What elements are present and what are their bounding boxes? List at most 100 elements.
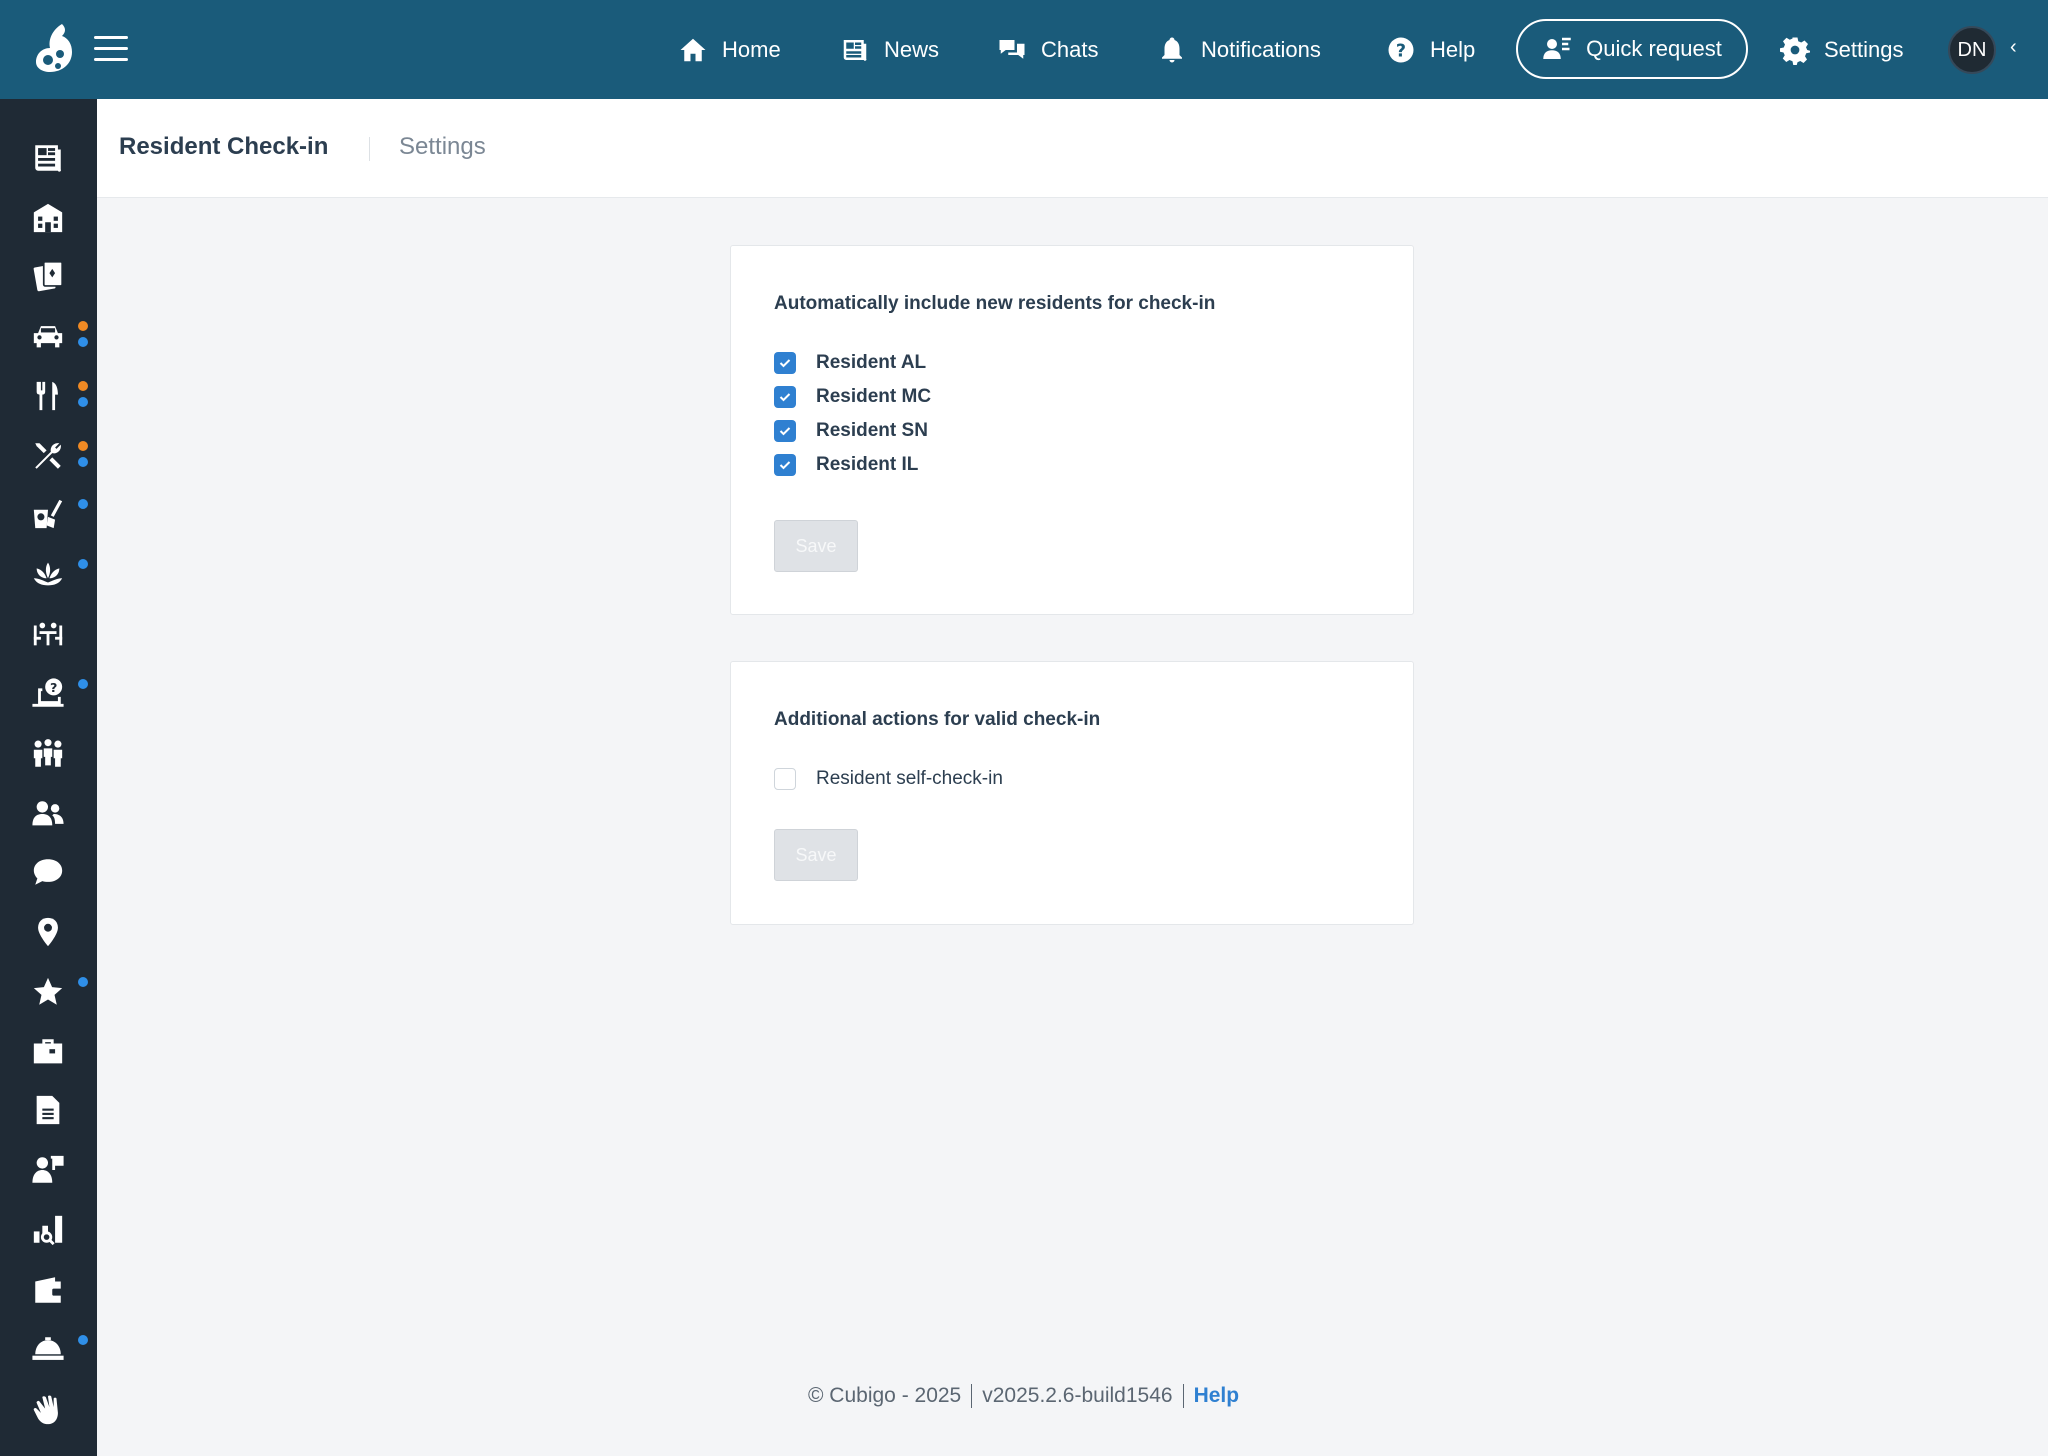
- bell-icon: [1162, 37, 1182, 62]
- save-button[interactable]: Save: [774, 829, 858, 881]
- users-icon: [32, 801, 64, 826]
- checkbox-unchecked[interactable]: [774, 768, 796, 790]
- user-flag-icon: [32, 1155, 64, 1183]
- dining-table-icon: [33, 622, 63, 646]
- notification-dot-blue: [78, 337, 88, 347]
- notification-dot-orange: [78, 321, 88, 331]
- sidebar-item-messages[interactable]: [0, 845, 97, 897]
- sidebar-item-dining[interactable]: [0, 369, 97, 421]
- home-icon: [680, 38, 706, 61]
- sidebar-item-payments[interactable]: [0, 1263, 97, 1315]
- document-icon: [36, 1095, 60, 1125]
- sidebar-item-locations[interactable]: [0, 905, 97, 957]
- checkbox-label: Resident self-check-in: [816, 768, 1003, 789]
- checkbox-label: Resident SN: [816, 420, 928, 441]
- sidebar-item-maintenance[interactable]: [0, 429, 97, 481]
- sidebar-item-reports[interactable]: [0, 1203, 97, 1255]
- hamburger-menu-icon[interactable]: [94, 36, 128, 62]
- star-icon: [33, 977, 63, 1005]
- notification-dot-orange: [78, 381, 88, 391]
- sidebar-item-wellness[interactable]: [0, 547, 97, 599]
- check-icon: [779, 393, 791, 402]
- nav-chats[interactable]: Chats: [997, 0, 1098, 99]
- sidebar-item-housekeeping[interactable]: [0, 487, 97, 539]
- chats-icon: [999, 39, 1025, 59]
- nav-help-label: Help: [1430, 36, 1476, 62]
- nav-news-label: News: [884, 36, 940, 62]
- check-icon: [779, 427, 791, 436]
- notification-dot-blue: [78, 559, 88, 569]
- group-icon: [33, 739, 63, 767]
- lotus-icon: [33, 562, 63, 586]
- footer-divider: [1182, 1384, 1184, 1408]
- sidebar-item-games[interactable]: [0, 249, 97, 301]
- sidebar-item-jobs[interactable]: [0, 1025, 97, 1077]
- sidebar-item-documents[interactable]: [0, 1083, 97, 1135]
- laptop-help-icon: ?: [32, 678, 64, 707]
- chevron-left-icon[interactable]: ‹: [2010, 36, 2028, 60]
- checkbox-row-resident-sn[interactable]: Resident SN: [774, 419, 928, 443]
- question-circle-icon: ?: [1388, 37, 1414, 62]
- checkbox-row-self-check-in[interactable]: Resident self-check-in: [774, 767, 1003, 791]
- top-navigation-bar: Home News Chats Notifications ? Help Qui…: [0, 0, 2048, 99]
- checkbox-label: Resident AL: [816, 352, 927, 373]
- footer-help-link[interactable]: Help: [1194, 1384, 1240, 1408]
- nav-chats-label: Chats: [1041, 36, 1099, 62]
- nav-news[interactable]: News: [840, 0, 939, 99]
- sidebar-item-news[interactable]: [0, 131, 97, 183]
- checkbox-label: Resident IL: [816, 454, 919, 475]
- user-request-icon: [1543, 37, 1571, 59]
- map-marker-icon: [38, 917, 58, 947]
- notification-dot-orange: [78, 441, 88, 451]
- checkbox-row-resident-mc[interactable]: Resident MC: [774, 385, 931, 409]
- checkbox-row-resident-al[interactable]: Resident AL: [774, 351, 926, 375]
- sidebar-item-helpdesk[interactable]: ?: [0, 667, 97, 719]
- nav-settings-label: Settings: [1824, 36, 1904, 62]
- sidebar-item-welcome[interactable]: [0, 1383, 97, 1435]
- checkbox-label: Resident MC: [816, 386, 932, 407]
- quick-request-button[interactable]: Quick request: [1516, 19, 1748, 79]
- notification-dot-blue: [78, 499, 88, 509]
- nav-notifications[interactable]: Notifications: [1157, 0, 1321, 99]
- sidebar-item-favorites[interactable]: [0, 965, 97, 1017]
- footer-version: v2025.2.6-build1546: [982, 1384, 1173, 1407]
- sidebar-item-staff[interactable]: [0, 1143, 97, 1195]
- sidebar-item-users[interactable]: [0, 787, 97, 839]
- tools-icon: [35, 443, 61, 469]
- gear-icon: [1780, 37, 1810, 65]
- tab-settings[interactable]: Settings: [399, 133, 486, 161]
- page-header: Resident Check-in Settings: [97, 99, 2048, 198]
- notification-dot-blue: [78, 1335, 88, 1345]
- notification-dot-blue: [78, 397, 88, 407]
- sidebar-item-concierge[interactable]: [0, 1323, 97, 1375]
- newspaper-icon: [843, 39, 867, 61]
- utensils-icon: [36, 381, 58, 411]
- nav-notifications-label: Notifications: [1201, 36, 1321, 62]
- footer-copyright: © Cubigo - 2025: [808, 1384, 962, 1407]
- footer: © Cubigo - 2025 v2025.2.6-build1546 Help: [808, 1384, 1239, 1408]
- user-avatar[interactable]: DN: [1948, 26, 1996, 74]
- auto-include-title: Automatically include new residents for …: [774, 293, 1216, 314]
- sidebar-item-transport[interactable]: [0, 309, 97, 361]
- sidebar-item-building[interactable]: [0, 191, 97, 243]
- newspaper-icon: [35, 145, 61, 172]
- sidebar: ?: [0, 99, 97, 1456]
- avatar-initials: DN: [1957, 38, 1987, 61]
- additional-actions-card: Additional actions for valid check-in Re…: [730, 661, 1414, 925]
- checkbox-row-resident-il[interactable]: Resident IL: [774, 453, 918, 477]
- nav-settings[interactable]: Settings: [1780, 0, 1904, 99]
- save-button[interactable]: Save: [774, 520, 858, 572]
- nav-home[interactable]: Home: [678, 0, 781, 99]
- service-bell-icon: [32, 1337, 64, 1360]
- nav-home-label: Home: [722, 36, 781, 62]
- checkbox-checked[interactable]: [774, 352, 796, 374]
- checkbox-checked[interactable]: [774, 386, 796, 408]
- checkbox-checked[interactable]: [774, 420, 796, 442]
- cubigo-logo[interactable]: [32, 22, 76, 74]
- nav-help[interactable]: ? Help: [1386, 0, 1475, 99]
- sidebar-item-reservations[interactable]: [0, 607, 97, 659]
- sidebar-item-groups[interactable]: [0, 727, 97, 779]
- footer-divider: [971, 1384, 973, 1408]
- chart-search-icon: [33, 1215, 63, 1246]
- checkbox-checked[interactable]: [774, 454, 796, 476]
